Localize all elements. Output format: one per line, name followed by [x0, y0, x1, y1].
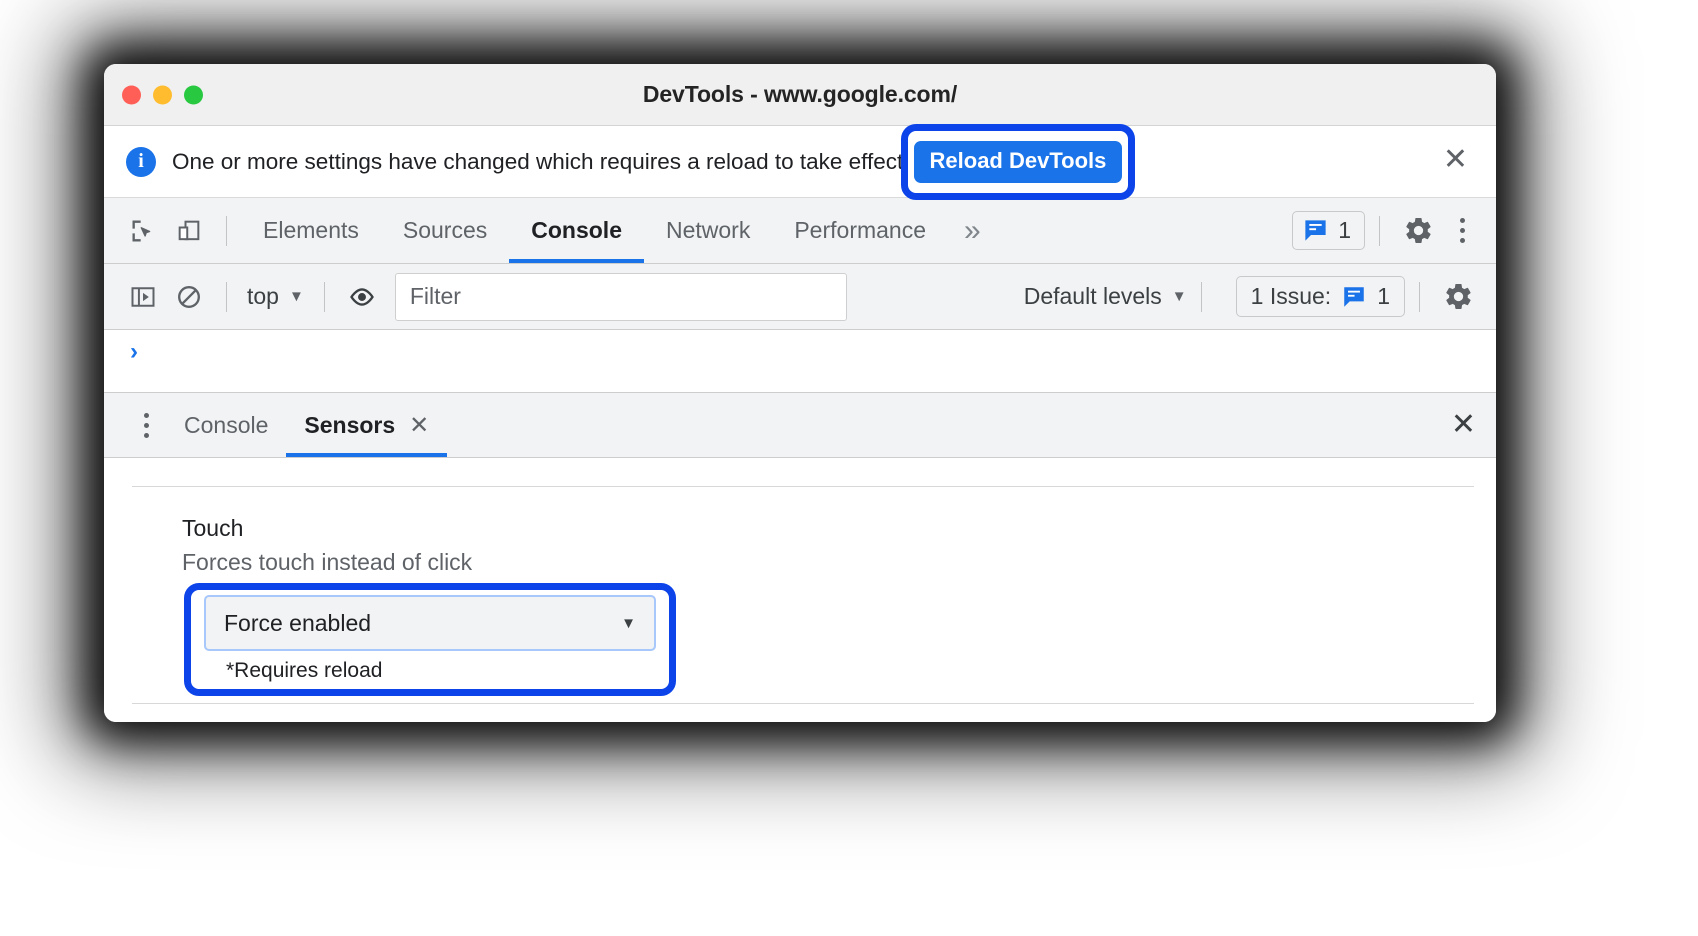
tab-network[interactable]: Network [644, 198, 772, 263]
issue-message-icon [1305, 220, 1326, 241]
minimize-window-button[interactable] [153, 85, 172, 104]
kebab-dots [1459, 218, 1465, 243]
live-expression-eye-icon[interactable] [339, 274, 385, 320]
window-controls [122, 85, 203, 104]
close-banner-button[interactable]: ✕ [1437, 144, 1474, 179]
tab-elements[interactable]: Elements [241, 198, 381, 263]
console-sidebar-icon[interactable] [120, 274, 166, 320]
console-issues-count: 1 [1377, 283, 1390, 309]
more-tabs-icon[interactable]: » [948, 214, 993, 248]
tab-label: Elements [263, 217, 359, 243]
screenshot-root: DevTools - www.google.com/ i One or more… [0, 0, 1698, 936]
device-toolbar-icon[interactable] [166, 208, 212, 254]
banner-message: One or more settings have changed which … [172, 148, 910, 174]
gear-icon[interactable] [1394, 207, 1442, 255]
tab-console[interactable]: Console [509, 198, 644, 263]
console-output-area[interactable]: › [104, 330, 1496, 392]
console-prompt-caret: › [130, 338, 138, 365]
close-window-button[interactable] [122, 85, 141, 104]
touch-select-highlight: Force enabled ▼ *Requires reload [184, 583, 676, 697]
panel-tabs: Elements Sources Console Network Perform… [241, 198, 948, 263]
console-filter-toolbar: top ▼ Default levels ▼ 1 Issue: [104, 264, 1496, 330]
tab-label: Performance [794, 217, 927, 243]
filter-divider-1 [226, 281, 227, 312]
tab-label: Console [531, 217, 622, 243]
log-levels-dropdown[interactable]: Default levels ▼ [1024, 283, 1187, 310]
console-settings-gear-icon[interactable] [1434, 273, 1482, 321]
drawer-tab-sensors[interactable]: Sensors ✕ [286, 393, 448, 457]
filter-right-group: Default levels ▼ 1 Issue: 1 [1002, 273, 1482, 321]
reload-devtools-button[interactable]: Reload DevTools [913, 140, 1123, 183]
filter-divider-2 [323, 281, 325, 312]
toolbar-divider-2 [1379, 215, 1380, 246]
close-sensors-tab-button[interactable]: ✕ [409, 411, 429, 440]
window-titlebar: DevTools - www.google.com/ [104, 64, 1496, 126]
filter-divider-3 [1200, 281, 1202, 312]
touch-select-value: Force enabled [224, 609, 372, 636]
log-levels-label: Default levels [1023, 283, 1162, 309]
settings-changed-banner: i One or more settings have changed whic… [104, 123, 1496, 200]
window-title: DevTools - www.google.com/ [642, 81, 958, 107]
execution-context-label: top [247, 283, 279, 309]
tab-label: Sources [402, 217, 488, 243]
console-issues-label: 1 Issue: [1250, 283, 1332, 309]
chevron-down-icon: ▼ [288, 288, 304, 305]
console-filter-input[interactable] [394, 272, 847, 321]
filter-divider-4 [1419, 281, 1420, 312]
tab-sources[interactable]: Sources [381, 198, 509, 263]
tab-label: Network [665, 217, 751, 243]
requires-reload-note: *Requires reload [226, 659, 383, 683]
sensors-panel: Touch Forces touch instead of click Forc… [104, 486, 1496, 722]
zoom-window-button[interactable] [184, 85, 203, 104]
touch-select[interactable]: Force enabled ▼ [204, 595, 656, 652]
toolbar-right-tools: 1 [1292, 207, 1496, 255]
touch-section: Touch Forces touch instead of click Forc… [104, 487, 1496, 697]
issues-count: 1 [1338, 217, 1351, 243]
tab-performance[interactable]: Performance [772, 198, 948, 263]
touch-section-title: Touch [182, 515, 244, 541]
chevron-down-icon: ▼ [621, 614, 636, 632]
chevron-down-icon: ▼ [1171, 288, 1187, 305]
drawer-tab-label: Sensors [304, 411, 396, 438]
kebab-dots [143, 412, 149, 438]
sensors-bottom-divider [132, 703, 1474, 704]
issue-message-icon [1344, 286, 1364, 307]
drawer-tabstrip: Console Sensors ✕ ✕ [104, 392, 1496, 458]
close-drawer-button[interactable]: ✕ [1451, 410, 1476, 440]
devtools-main-toolbar: Elements Sources Console Network Perform… [104, 198, 1496, 264]
execution-context-selector[interactable]: top ▼ [241, 283, 310, 310]
inspect-element-icon[interactable] [120, 208, 166, 254]
devtools-window: DevTools - www.google.com/ i One or more… [104, 64, 1496, 722]
touch-section-subtitle: Forces touch instead of click [182, 549, 473, 576]
info-icon: i [126, 146, 156, 177]
console-issues-button[interactable]: 1 Issue: 1 [1235, 276, 1405, 317]
main-menu-kebab-icon[interactable] [1442, 207, 1482, 255]
reload-devtools-highlight: Reload DevTools [900, 123, 1136, 200]
drawer-tab-console[interactable]: Console [166, 393, 286, 457]
drawer-menu-kebab-icon[interactable] [126, 401, 166, 449]
toolbar-divider [226, 215, 227, 246]
clear-console-icon[interactable] [166, 274, 212, 320]
drawer-tab-label: Console [184, 411, 269, 438]
issues-counter-button[interactable]: 1 [1292, 211, 1365, 250]
